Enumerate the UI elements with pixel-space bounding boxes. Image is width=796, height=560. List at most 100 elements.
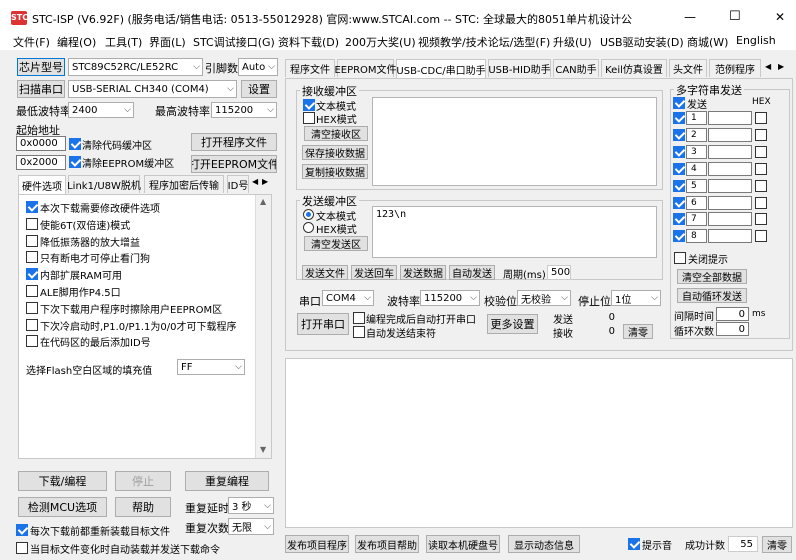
menu-video[interactable]: 视频教学/技术论坛/选型(F) (418, 34, 550, 50)
menu-usb[interactable]: USB驱动安装(D) (600, 34, 684, 50)
tab-examples[interactable]: 范例程序 (709, 59, 761, 77)
multi-row-input[interactable] (708, 144, 752, 159)
multi-row-checkbox[interactable] (673, 213, 685, 226)
clear-all-button[interactable]: 清空全部数据 (677, 269, 747, 284)
open-port-button[interactable]: 打开串口 (297, 313, 349, 335)
publish-button[interactable]: 发布项目程序 (285, 535, 349, 553)
tab-hardware[interactable]: 硬件选项 (18, 175, 66, 194)
hw-option-checkbox[interactable] (26, 251, 38, 264)
multi-row-hex-checkbox[interactable] (755, 162, 767, 175)
multi-row-input[interactable] (708, 111, 752, 125)
clear-eeprom-checkbox[interactable] (69, 156, 81, 168)
maximize-button[interactable]: ☐ (729, 9, 741, 24)
publish-help-button[interactable]: 发布项目帮助 (355, 535, 419, 553)
scan-port-button[interactable]: 扫描串口 (17, 80, 65, 98)
tab-program-file[interactable]: 程序文件 (285, 59, 335, 77)
tab-eeprom-file[interactable]: EEPROM文件 (334, 59, 397, 77)
fill-select[interactable]: FF ⌵ (177, 359, 245, 375)
hw-option-checkbox[interactable] (26, 234, 38, 247)
multi-row-number-button[interactable]: 8 (686, 229, 707, 244)
recv-text-mode-checkbox[interactable] (303, 99, 315, 111)
send-file-button[interactable]: 发送文件 (302, 265, 348, 280)
multi-row-number-button[interactable]: 6 (686, 195, 707, 210)
read-disk-button[interactable]: 读取本机硬盘号 (426, 535, 500, 553)
tab-hid-assistant[interactable]: USB-HID助手 (488, 59, 551, 77)
multi-row-input[interactable] (708, 161, 752, 176)
stopbit-select[interactable]: 1位 ⌵ (611, 290, 661, 306)
send-data-button[interactable]: 发送数据 (400, 265, 446, 280)
clear-send-button[interactable]: 清空发送区 (304, 236, 368, 251)
menu-file[interactable]: 文件(F) (13, 34, 50, 50)
send-hex-mode-radio[interactable] (303, 222, 314, 233)
menu-prize[interactable]: 200万大奖(U) (345, 34, 416, 50)
send-textarea[interactable]: 123\n (372, 206, 657, 258)
reload-checkbox[interactable] (16, 524, 28, 536)
hw-option-checkbox[interactable] (26, 318, 38, 331)
beep-checkbox[interactable] (628, 538, 640, 550)
serial-port-select[interactable]: COM4 ⌵ (322, 290, 374, 306)
interval-input[interactable]: 0 (716, 307, 749, 321)
stop-button[interactable]: 停止 (115, 471, 171, 491)
multi-row-checkbox[interactable] (673, 179, 685, 192)
multi-row-hex-checkbox[interactable] (755, 179, 767, 192)
multi-send-all-checkbox[interactable] (673, 97, 685, 109)
send-text-mode-radio[interactable] (303, 209, 314, 220)
hw-option-checkbox[interactable] (26, 285, 38, 297)
multi-row-checkbox[interactable] (673, 230, 685, 243)
multi-row-input[interactable] (708, 212, 752, 227)
help-button[interactable]: 帮助 (115, 497, 171, 517)
scroll-up-icon[interactable]: ▲ (260, 197, 266, 206)
options-scrollbar[interactable]: ▲ ▼ (255, 195, 271, 458)
address1-input[interactable]: 0x0000 (16, 136, 66, 151)
multi-row-hex-checkbox[interactable] (755, 196, 767, 209)
menu-download[interactable]: 资料下载(D) (278, 34, 339, 50)
multi-row-number-button[interactable]: 3 (686, 144, 707, 159)
menu-tools[interactable]: 工具(T) (105, 34, 142, 50)
baud-select[interactable]: 115200 ⌵ (420, 290, 480, 306)
min-baud-select[interactable]: 2400 ⌵ (68, 102, 134, 118)
pin-count-select[interactable]: Auto ⌵ (238, 58, 278, 76)
tab-keil[interactable]: Keil仿真设置 (601, 59, 667, 77)
multi-row-number-button[interactable]: 4 (686, 161, 707, 176)
port-select[interactable]: USB-SERIAL CH340 (COM4) ⌵ (68, 80, 237, 98)
count-select[interactable]: 无限 ⌵ (228, 518, 274, 535)
tab-can-assistant[interactable]: CAN助手 (553, 59, 599, 77)
tab-scroll-left-icon[interactable]: ◀ (252, 177, 258, 186)
auto-reload-checkbox[interactable] (16, 542, 28, 554)
success-zero-button[interactable]: 清零 (762, 536, 792, 553)
period-input[interactable]: 500 (547, 265, 571, 280)
menu-program[interactable]: 编程(O) (57, 34, 96, 50)
close-tip-checkbox[interactable] (674, 252, 686, 264)
multi-row-input[interactable] (708, 127, 752, 142)
clear-receive-button[interactable]: 清空接收区 (304, 126, 368, 141)
hw-option-checkbox[interactable] (26, 268, 38, 281)
multi-row-checkbox[interactable] (673, 145, 685, 158)
recv-hex-mode-checkbox[interactable] (303, 112, 315, 124)
tab-id[interactable]: ID号 (227, 175, 249, 193)
chip-model-select[interactable]: STC89C52RC/LE52RC ⌵ (68, 58, 203, 76)
menu-english[interactable]: English (736, 34, 776, 47)
multi-row-number-button[interactable]: 1 (686, 111, 707, 125)
address2-input[interactable]: 0x2000 (16, 155, 66, 170)
tab-scroll-left-icon[interactable]: ◀ (765, 62, 771, 71)
show-anim-button[interactable]: 显示动态信息 (508, 535, 580, 553)
multi-row-checkbox[interactable] (673, 112, 685, 124)
hw-option-checkbox[interactable] (26, 335, 38, 348)
save-receive-button[interactable]: 保存接收数据 (302, 145, 368, 160)
clear-code-checkbox[interactable] (69, 138, 81, 150)
tab-serial-assistant[interactable]: USB-CDC/串口助手 (396, 59, 486, 78)
max-baud-select[interactable]: 115200 ⌵ (211, 102, 277, 118)
menu-debug[interactable]: STC调试接口(G) (193, 34, 275, 50)
multi-row-hex-checkbox[interactable] (755, 112, 767, 124)
scroll-down-icon[interactable]: ▼ (260, 445, 266, 454)
detect-mcu-button[interactable]: 检测MCU选项 (18, 497, 107, 517)
tab-header[interactable]: 头文件 (669, 59, 707, 77)
close-button[interactable]: ✕ (775, 10, 785, 24)
hw-option-checkbox[interactable] (26, 301, 38, 314)
multi-row-hex-checkbox[interactable] (755, 145, 767, 158)
open-eeprom-button[interactable]: 打开EEPROM文件 (191, 155, 277, 173)
delay-select[interactable]: 3 秒 ⌵ (228, 497, 274, 514)
multi-row-hex-checkbox[interactable] (755, 128, 767, 141)
hw-option-checkbox[interactable] (26, 217, 38, 230)
multi-row-number-button[interactable]: 5 (686, 178, 707, 193)
